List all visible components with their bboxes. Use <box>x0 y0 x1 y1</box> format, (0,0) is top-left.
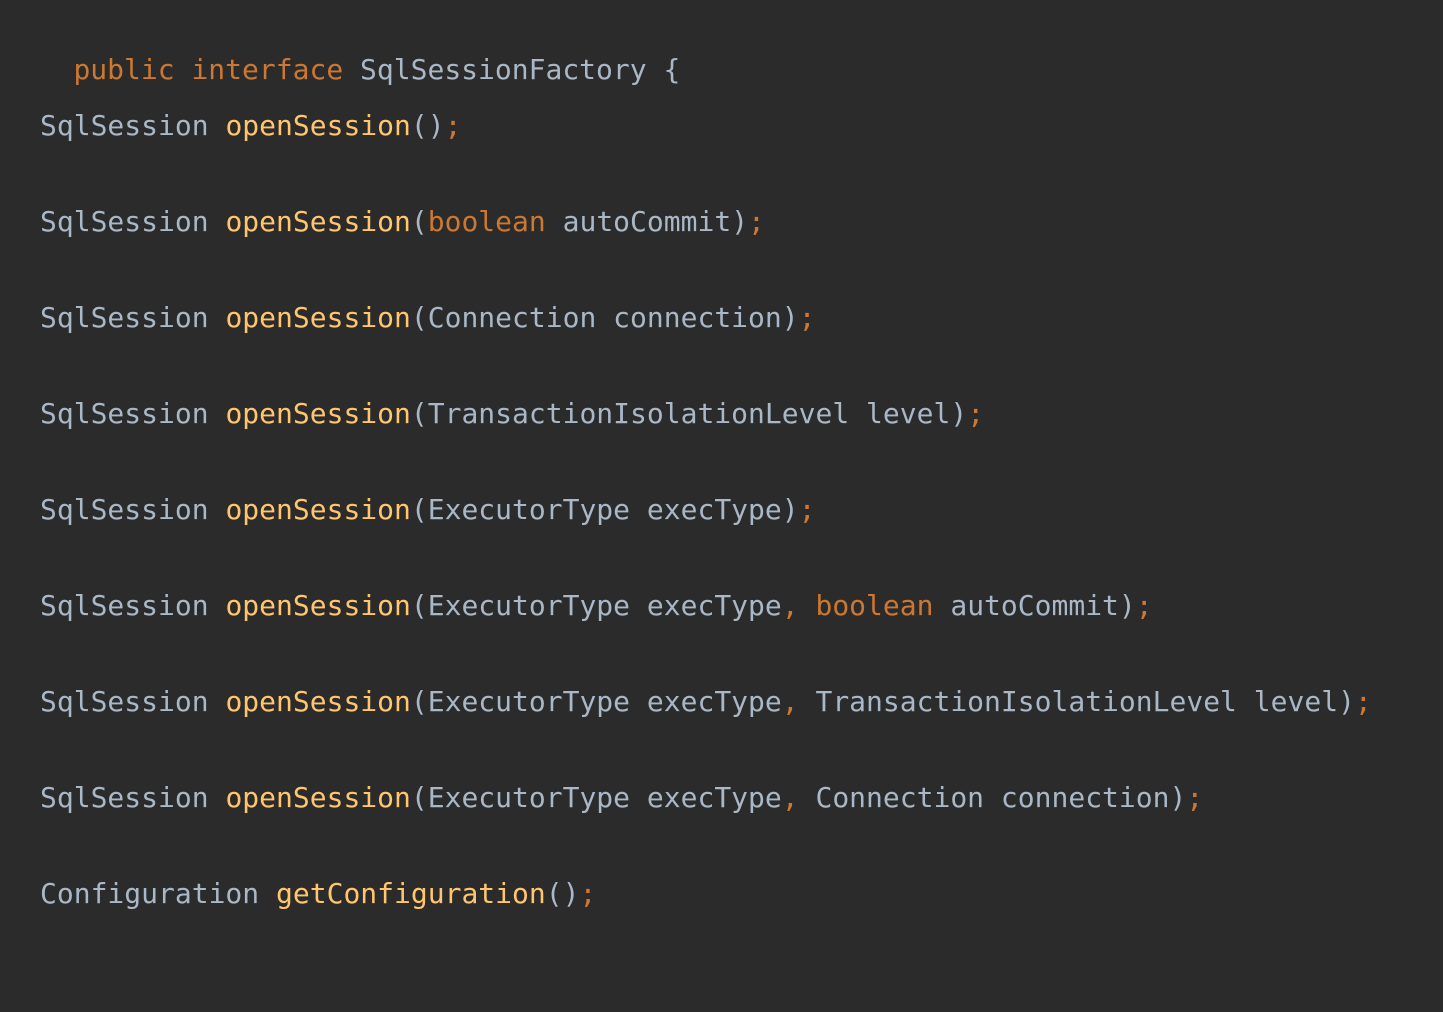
param-type: boolean <box>427 205 546 238</box>
open-paren: ( <box>410 493 428 526</box>
param-name: execType <box>646 493 782 526</box>
open-paren: ( <box>410 109 428 142</box>
param-type: ExecutorType <box>427 685 631 718</box>
param-separator: , <box>781 781 799 814</box>
method-line: SqlSession openSession(ExecutorType exec… <box>40 778 1203 818</box>
method-name: openSession <box>225 397 411 430</box>
param-name: execType <box>646 589 782 622</box>
code-editor[interactable]: public interface SqlSessionFactory { Sql… <box>0 0 1443 1012</box>
method-line: SqlSession openSession(Connection connec… <box>40 298 815 338</box>
close-paren: ) <box>781 493 799 526</box>
close-paren: ) <box>731 205 749 238</box>
param-type: Connection <box>815 781 985 814</box>
semicolon: ; <box>444 109 462 142</box>
open-paren: ( <box>410 589 428 622</box>
method-name: openSession <box>225 109 411 142</box>
interface-name: SqlSessionFactory <box>360 53 647 86</box>
method-name: openSession <box>225 781 411 814</box>
open-paren: ( <box>410 205 428 238</box>
method-line: SqlSession openSession(ExecutorType exec… <box>40 682 1372 722</box>
param-type: ExecutorType <box>427 493 631 526</box>
close-paren: ) <box>562 877 580 910</box>
method-name: getConfiguration <box>276 877 546 910</box>
return-type: SqlSession <box>40 781 209 814</box>
open-paren: ( <box>545 877 563 910</box>
close-paren: ) <box>781 301 799 334</box>
close-paren: ) <box>950 397 968 430</box>
param-type: TransactionIsolationLevel <box>815 685 1237 718</box>
return-type: SqlSession <box>40 301 209 334</box>
method-name: openSession <box>225 301 411 334</box>
keyword-public: public <box>73 53 175 86</box>
open-paren: ( <box>410 781 428 814</box>
semicolon: ; <box>967 397 985 430</box>
param-type: boolean <box>815 589 934 622</box>
method-line: Configuration getConfiguration(); <box>40 874 596 914</box>
semicolon: ; <box>798 301 816 334</box>
method-line: SqlSession openSession(); <box>40 106 461 146</box>
method-name: openSession <box>225 589 411 622</box>
open-paren: ( <box>410 397 428 430</box>
param-name: autoCommit <box>562 205 732 238</box>
param-name: execType <box>646 685 782 718</box>
interface-declaration-line: public interface SqlSessionFactory { <box>6 10 680 86</box>
opening-brace: { <box>663 53 681 86</box>
method-name: openSession <box>225 205 411 238</box>
param-type: Connection <box>427 301 597 334</box>
method-name: openSession <box>225 685 411 718</box>
close-paren: ) <box>1169 781 1187 814</box>
method-line: SqlSession openSession(ExecutorType exec… <box>40 586 1153 626</box>
param-type: TransactionIsolationLevel <box>427 397 850 430</box>
semicolon: ; <box>1186 781 1204 814</box>
return-type: SqlSession <box>40 589 209 622</box>
open-paren: ( <box>410 685 428 718</box>
close-paren: ) <box>427 109 445 142</box>
param-separator: , <box>781 685 799 718</box>
return-type: SqlSession <box>40 109 209 142</box>
param-separator: , <box>781 589 799 622</box>
param-name: execType <box>646 781 782 814</box>
return-type: SqlSession <box>40 493 209 526</box>
method-line: SqlSession openSession(ExecutorType exec… <box>40 490 815 530</box>
method-line: SqlSession openSession(TransactionIsolat… <box>40 394 984 434</box>
close-paren: ) <box>1338 685 1355 718</box>
semicolon: ; <box>1354 685 1372 718</box>
return-type: SqlSession <box>40 397 209 430</box>
semicolon: ; <box>748 205 765 238</box>
param-name: connection <box>613 301 782 334</box>
param-name: connection <box>1000 781 1170 814</box>
return-type: SqlSession <box>40 205 209 238</box>
close-paren: ) <box>1118 589 1136 622</box>
open-paren: ( <box>410 301 428 334</box>
param-type: ExecutorType <box>427 589 631 622</box>
method-name: openSession <box>225 493 411 526</box>
param-type: ExecutorType <box>427 781 631 814</box>
return-type: SqlSession <box>40 685 209 718</box>
return-type: Configuration <box>40 877 260 910</box>
semicolon: ; <box>579 877 597 910</box>
method-line: SqlSession openSession(boolean autoCommi… <box>40 202 765 242</box>
param-name: autoCommit <box>950 589 1119 622</box>
param-name: level <box>866 397 951 430</box>
closing-brace-line: } <box>6 970 90 1010</box>
semicolon: ; <box>798 493 816 526</box>
keyword-interface: interface <box>191 53 344 86</box>
param-name: level <box>1253 685 1339 718</box>
semicolon: ; <box>1135 589 1153 622</box>
